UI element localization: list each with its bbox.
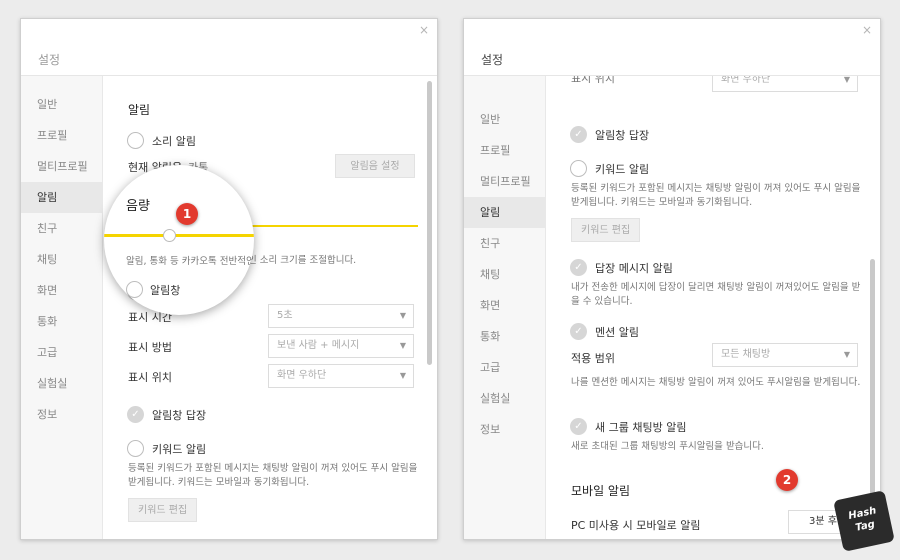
display-position-select[interactable]: 화면 우하단 ▼ [268,364,414,388]
reply-alarm-label: 답장 메시지 알림 [595,262,673,275]
group-alarm-check-icon[interactable]: ✓ [570,418,587,435]
step-badge-1: 1 [176,203,198,225]
popup-reply-label: 알림창 답장 [595,129,650,142]
display-time-value: 5초 [277,310,293,321]
settings-content: 표시 위치 화면 우하단 ▼ ✓ 알림창 답장 키워드 알림 등록된 키워드가 포… [547,76,868,539]
display-method-select[interactable]: 보낸 사람 + 메시지 ▼ [268,334,414,358]
display-position-value: 화면 우하단 [277,370,327,381]
sidebar-item-profile[interactable]: 프로필 [21,120,102,151]
pc-unused-label: PC 미사용 시 모바일로 알림 [571,519,701,532]
step-badge-2: 2 [776,469,798,491]
sidebar-item-chat[interactable]: 채팅 [464,259,545,290]
sidebar-item-chat[interactable]: 채팅 [21,244,102,275]
sidebar-item-info[interactable]: 정보 [21,399,102,430]
hashtag-logo: Hash Tag [833,490,895,552]
sound-alarm-radio[interactable] [127,132,144,149]
keyword-edit-button[interactable]: 키워드 편집 [571,218,641,242]
window-title: 설정 [38,53,61,67]
reply-description: 내가 전송한 메시지에 답장이 달리면 채팅방 알림이 꺼져있어도 알림을 받을… [571,282,861,307]
sidebar-item-friends[interactable]: 친구 [21,213,102,244]
alarm-section-title: 알림 [128,103,151,117]
apply-range-value: 모든 채팅방 [721,349,771,360]
magnified-volume-title: 음량 [126,199,150,214]
magnified-popup-radio [126,281,143,298]
magnified-volume-description: 알림, 통화 등 카카오톡 전반적인 소리 크기를 조절합니다. [126,256,254,267]
sidebar-item-lab[interactable]: 실험실 [464,383,545,414]
display-time-select[interactable]: 5초 ▼ [268,304,414,328]
chevron-down-icon: ▼ [399,311,406,320]
mention-alarm-label: 멘션 알림 [595,326,639,339]
popup-reply-label: 알림창 답장 [152,409,207,422]
volume-slider-handle[interactable] [163,229,176,242]
keyword-description: 등록된 키워드가 포함된 메시지는 채팅방 알림이 꺼져 있어도 푸시 알림을 … [571,183,861,208]
keyword-alarm-label: 키워드 알림 [595,163,650,176]
sound-alarm-label: 소리 알림 [152,135,196,148]
apply-range-select[interactable]: 모든 채팅방 ▼ [712,343,858,367]
display-position-value: 화면 우하단 [721,76,771,85]
keyword-alarm-radio[interactable] [570,160,587,177]
sidebar: 일반 프로필 멀티프로필 알림 친구 채팅 화면 통화 고급 실험실 정보 [21,76,103,539]
sidebar-item-general[interactable]: 일반 [464,104,545,135]
chevron-down-icon: ▼ [843,76,850,84]
chevron-down-icon: ▼ [399,341,406,350]
sidebar-item-multiprofile[interactable]: 멀티프로필 [21,151,102,182]
magnifier-overlay: 음량 알림, 통화 등 카카오톡 전반적인 소리 크기를 조절합니다. 알림창 [104,165,254,315]
sidebar-item-profile[interactable]: 프로필 [464,135,545,166]
chevron-down-icon: ▼ [399,371,406,380]
sidebar-list: 일반 프로필 멀티프로필 알림 친구 채팅 화면 통화 고급 실험실 정보 [21,89,102,430]
display-position-label: 표시 위치 [128,371,172,384]
magnified-volume-track [104,234,254,237]
keyword-alarm-label: 키워드 알림 [152,443,207,456]
display-position-label: 표시 위치 [571,76,615,85]
sidebar: 일반 프로필 멀티프로필 알림 친구 채팅 화면 통화 고급 실험실 정보 [464,76,546,539]
sidebar-item-screen[interactable]: 화면 [21,275,102,306]
sidebar-item-lab[interactable]: 실험실 [21,368,102,399]
scrollbar[interactable] [427,81,432,365]
close-icon[interactable]: × [419,23,429,37]
sidebar-item-general[interactable]: 일반 [21,89,102,120]
mention-description: 나를 멘션한 메시지는 채팅방 알림이 꺼져 있어도 푸시알림을 받게됩니다. [571,377,861,388]
mobile-section-title: 모바일 알림 [571,484,631,498]
group-description: 새로 초대된 그룹 채팅방의 푸시알림을 받습니다. [571,441,764,452]
window-title: 설정 [481,53,504,67]
sidebar-item-screen[interactable]: 화면 [464,290,545,321]
sidebar-item-multiprofile[interactable]: 멀티프로필 [464,166,545,197]
settings-window-right: 설정 × 일반 프로필 멀티프로필 알림 친구 채팅 화면 통화 고급 실험실 … [463,18,881,540]
display-method-label: 표시 방법 [128,341,172,354]
keyword-alarm-radio[interactable] [127,440,144,457]
sidebar-item-call[interactable]: 통화 [464,321,545,352]
magnified-popup-label: 알림창 [150,284,181,297]
sidebar-item-info[interactable]: 정보 [464,414,545,445]
chevron-down-icon: ▼ [843,350,850,359]
display-method-value: 보낸 사람 + 메시지 [277,340,360,351]
close-icon[interactable]: × [862,23,872,37]
sidebar-item-call[interactable]: 통화 [21,306,102,337]
sidebar-list: 일반 프로필 멀티프로필 알림 친구 채팅 화면 통화 고급 실험실 정보 [464,104,545,445]
sidebar-item-friends[interactable]: 친구 [464,228,545,259]
scrollbar[interactable] [870,259,875,499]
display-position-select[interactable]: 화면 우하단 ▼ [712,76,858,92]
group-alarm-label: 새 그룹 채팅방 알림 [595,421,687,434]
sidebar-item-alarm[interactable]: 알림 [464,197,545,228]
sidebar-item-advanced[interactable]: 고급 [464,352,545,383]
popup-reply-check-icon[interactable]: ✓ [127,406,144,423]
mention-alarm-check-icon[interactable]: ✓ [570,323,587,340]
sound-setting-button[interactable]: 알림음 설정 [335,154,415,178]
apply-range-label: 적용 범위 [571,352,615,365]
keyword-description: 등록된 키워드가 포함된 메시지는 채팅방 알림이 꺼져 있어도 푸시 알림을 … [128,463,418,488]
reply-alarm-check-icon[interactable]: ✓ [570,259,587,276]
keyword-edit-button[interactable]: 키워드 편집 [128,498,198,522]
popup-reply-check-icon[interactable]: ✓ [570,126,587,143]
sidebar-item-advanced[interactable]: 고급 [21,337,102,368]
sidebar-item-alarm[interactable]: 알림 [21,182,102,213]
